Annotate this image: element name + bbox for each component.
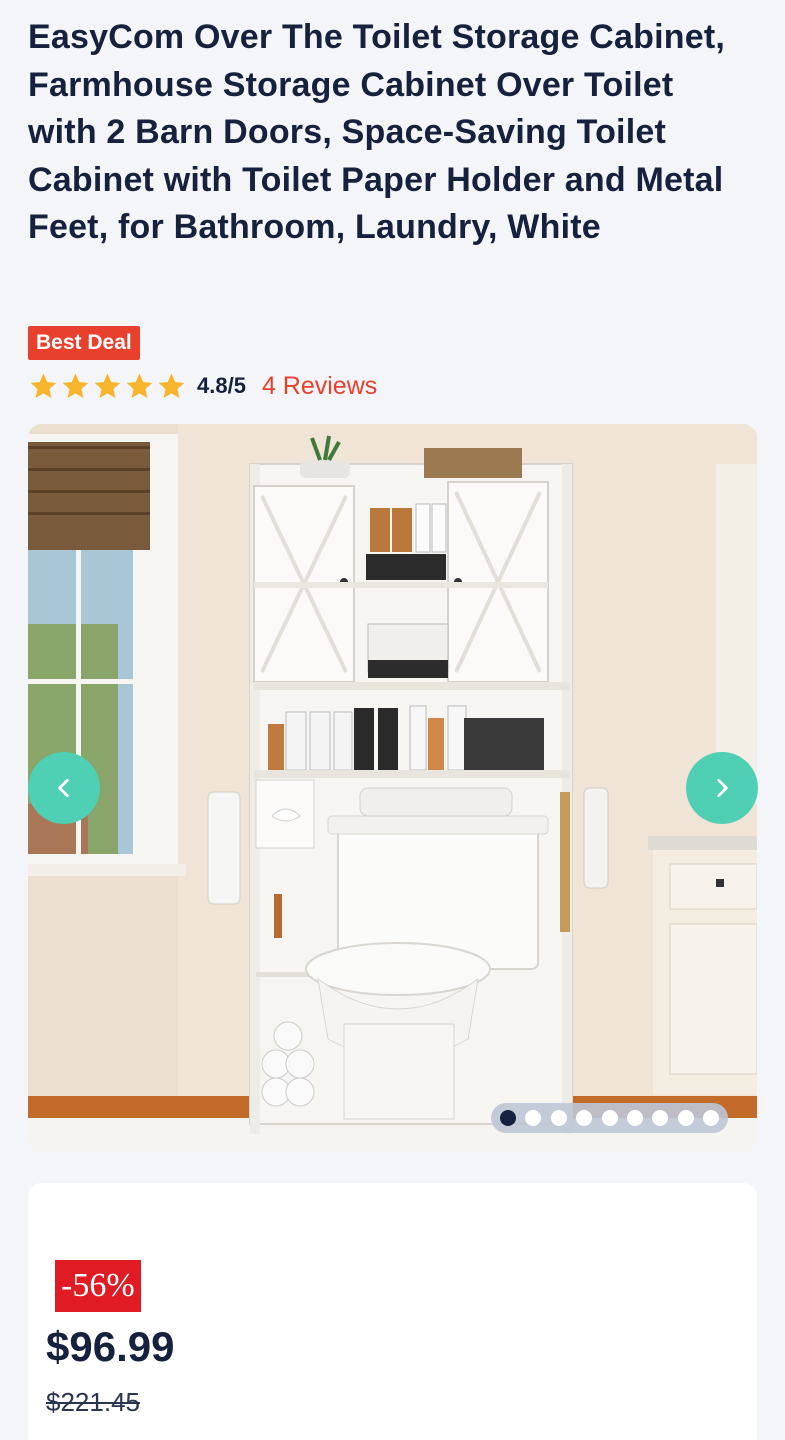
gallery-dot[interactable] <box>576 1110 593 1126</box>
chevron-left-icon <box>58 779 69 797</box>
gallery-dot[interactable] <box>626 1110 643 1126</box>
gallery-dot[interactable] <box>677 1110 694 1126</box>
star-icon <box>94 373 121 398</box>
current-price: $96.99 <box>46 1323 175 1370</box>
reviews-link[interactable]: 4 Reviews <box>262 372 377 401</box>
gallery-dot[interactable] <box>525 1110 542 1126</box>
gallery-prev-button[interactable] <box>28 752 100 824</box>
product-image <box>28 424 757 1152</box>
rating-value: 4.8/5 <box>197 373 246 398</box>
best-deal-badge: Best Deal <box>28 326 140 360</box>
gallery-pagination <box>491 1103 728 1133</box>
star-icon <box>126 373 153 398</box>
original-price: $221.45 <box>46 1387 140 1417</box>
price-card: -56% $96.99 $221.45 <box>28 1183 757 1440</box>
product-image-gallery[interactable] <box>28 424 757 1152</box>
star-rating <box>28 371 187 402</box>
star-icon <box>158 373 185 398</box>
chevron-right-icon <box>717 779 728 797</box>
gallery-next-button[interactable] <box>686 752 758 824</box>
gallery-dot[interactable] <box>500 1110 516 1126</box>
star-icon <box>62 373 89 398</box>
product-title: EasyCom Over The Toilet Storage Cabinet,… <box>28 18 725 246</box>
product-page: EasyCom Over The Toilet Storage Cabinet,… <box>0 0 785 1440</box>
gallery-dot[interactable] <box>601 1110 618 1126</box>
rating-row: 4.8/5 4 Reviews <box>28 368 377 404</box>
discount-badge: -56% <box>55 1260 141 1312</box>
gallery-dot[interactable] <box>652 1110 669 1126</box>
star-icon <box>30 373 57 398</box>
gallery-dot[interactable] <box>703 1110 719 1126</box>
gallery-dot[interactable] <box>550 1110 567 1126</box>
